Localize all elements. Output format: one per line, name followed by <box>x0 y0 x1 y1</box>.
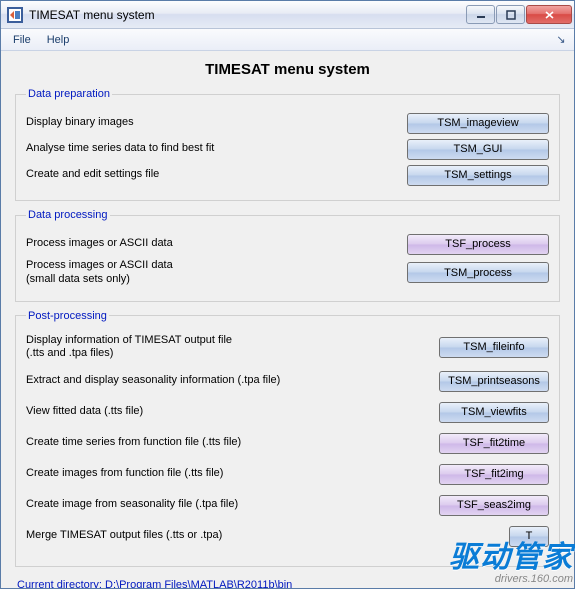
menu-help[interactable]: Help <box>39 32 78 48</box>
tsf-process-button[interactable]: TSF_process <box>407 234 549 255</box>
close-button[interactable] <box>526 5 572 24</box>
menubar: File Help ↘ <box>1 29 574 51</box>
tsm-imageview-button[interactable]: TSM_imageview <box>407 113 549 134</box>
label: Create time series from function file (.… <box>26 436 439 450</box>
row-post-3: Create time series from function file (.… <box>26 432 549 454</box>
window-title: TIMESAT menu system <box>29 8 466 22</box>
tsf-fit2img-button[interactable]: TSF_fit2img <box>439 464 549 485</box>
tsf-seas2img-button[interactable]: TSF_seas2img <box>439 495 549 516</box>
minimize-button[interactable] <box>466 5 495 24</box>
maximize-button[interactable] <box>496 5 525 24</box>
app-window: TIMESAT menu system File Help ↘ TIMESAT … <box>0 0 575 589</box>
tsm-fileinfo-button[interactable]: TSM_fileinfo <box>439 337 549 358</box>
current-directory: Current directory: D:\Program Files\MATL… <box>15 575 560 588</box>
window-controls <box>466 5 572 24</box>
page-title: TIMESAT menu system <box>15 61 560 78</box>
group-data-processing: Data processing Process images or ASCII … <box>15 209 560 302</box>
row-proc-1: Process images or ASCII data (small data… <box>26 259 549 287</box>
menu-corner-icon[interactable]: ↘ <box>552 33 570 46</box>
legend-post: Post-processing <box>26 310 109 322</box>
row-post-1: Extract and display seasonality informat… <box>26 370 549 392</box>
legend-prep: Data preparation <box>26 88 112 100</box>
tsm-process-button[interactable]: TSM_process <box>407 262 549 283</box>
label: Display binary images <box>26 116 407 130</box>
label: Create image from seasonality file (.tpa… <box>26 498 439 512</box>
legend-proc: Data processing <box>26 209 110 221</box>
row-prep-2: Create and edit settings file TSM_settin… <box>26 164 549 186</box>
row-post-4: Create images from function file (.tts f… <box>26 463 549 485</box>
label: Create and edit settings file <box>26 168 407 182</box>
label: Display information of TIMESAT output fi… <box>26 334 439 362</box>
label: Process images or ASCII data (small data… <box>26 259 407 287</box>
row-post-0: Display information of TIMESAT output fi… <box>26 334 549 362</box>
tsf-fit2time-button[interactable]: TSF_fit2time <box>439 433 549 454</box>
group-data-preparation: Data preparation Display binary images T… <box>15 88 560 201</box>
row-prep-0: Display binary images TSM_imageview <box>26 112 549 134</box>
label: Create images from function file (.tts f… <box>26 467 439 481</box>
row-post-2: View fitted data (.tts file) TSM_viewfit… <box>26 401 549 423</box>
label: Analyse time series data to find best fi… <box>26 142 407 156</box>
label: View fitted data (.tts file) <box>26 405 439 419</box>
group-post-processing: Post-processing Display information of T… <box>15 310 560 568</box>
app-icon <box>7 7 23 23</box>
menu-file[interactable]: File <box>5 32 39 48</box>
content-area: TIMESAT menu system Data preparation Dis… <box>1 51 574 588</box>
label: Extract and display seasonality informat… <box>26 374 439 388</box>
row-prep-1: Analyse time series data to find best fi… <box>26 138 549 160</box>
titlebar[interactable]: TIMESAT menu system <box>1 1 574 29</box>
label: Merge TIMESAT output files (.tts or .tpa… <box>26 529 509 543</box>
label: Process images or ASCII data <box>26 237 407 251</box>
row-proc-0: Process images or ASCII data TSF_process <box>26 233 549 255</box>
tsm-printseasons-button[interactable]: TSM_printseasons <box>439 371 549 392</box>
tsm-viewfits-button[interactable]: TSM_viewfits <box>439 402 549 423</box>
tsm-settings-button[interactable]: TSM_settings <box>407 165 549 186</box>
tsm-gui-button[interactable]: TSM_GUI <box>407 139 549 160</box>
row-post-6: Merge TIMESAT output files (.tts or .tpa… <box>26 525 549 547</box>
row-post-5: Create image from seasonality file (.tpa… <box>26 494 549 516</box>
merge-output-button[interactable]: T <box>509 526 549 547</box>
